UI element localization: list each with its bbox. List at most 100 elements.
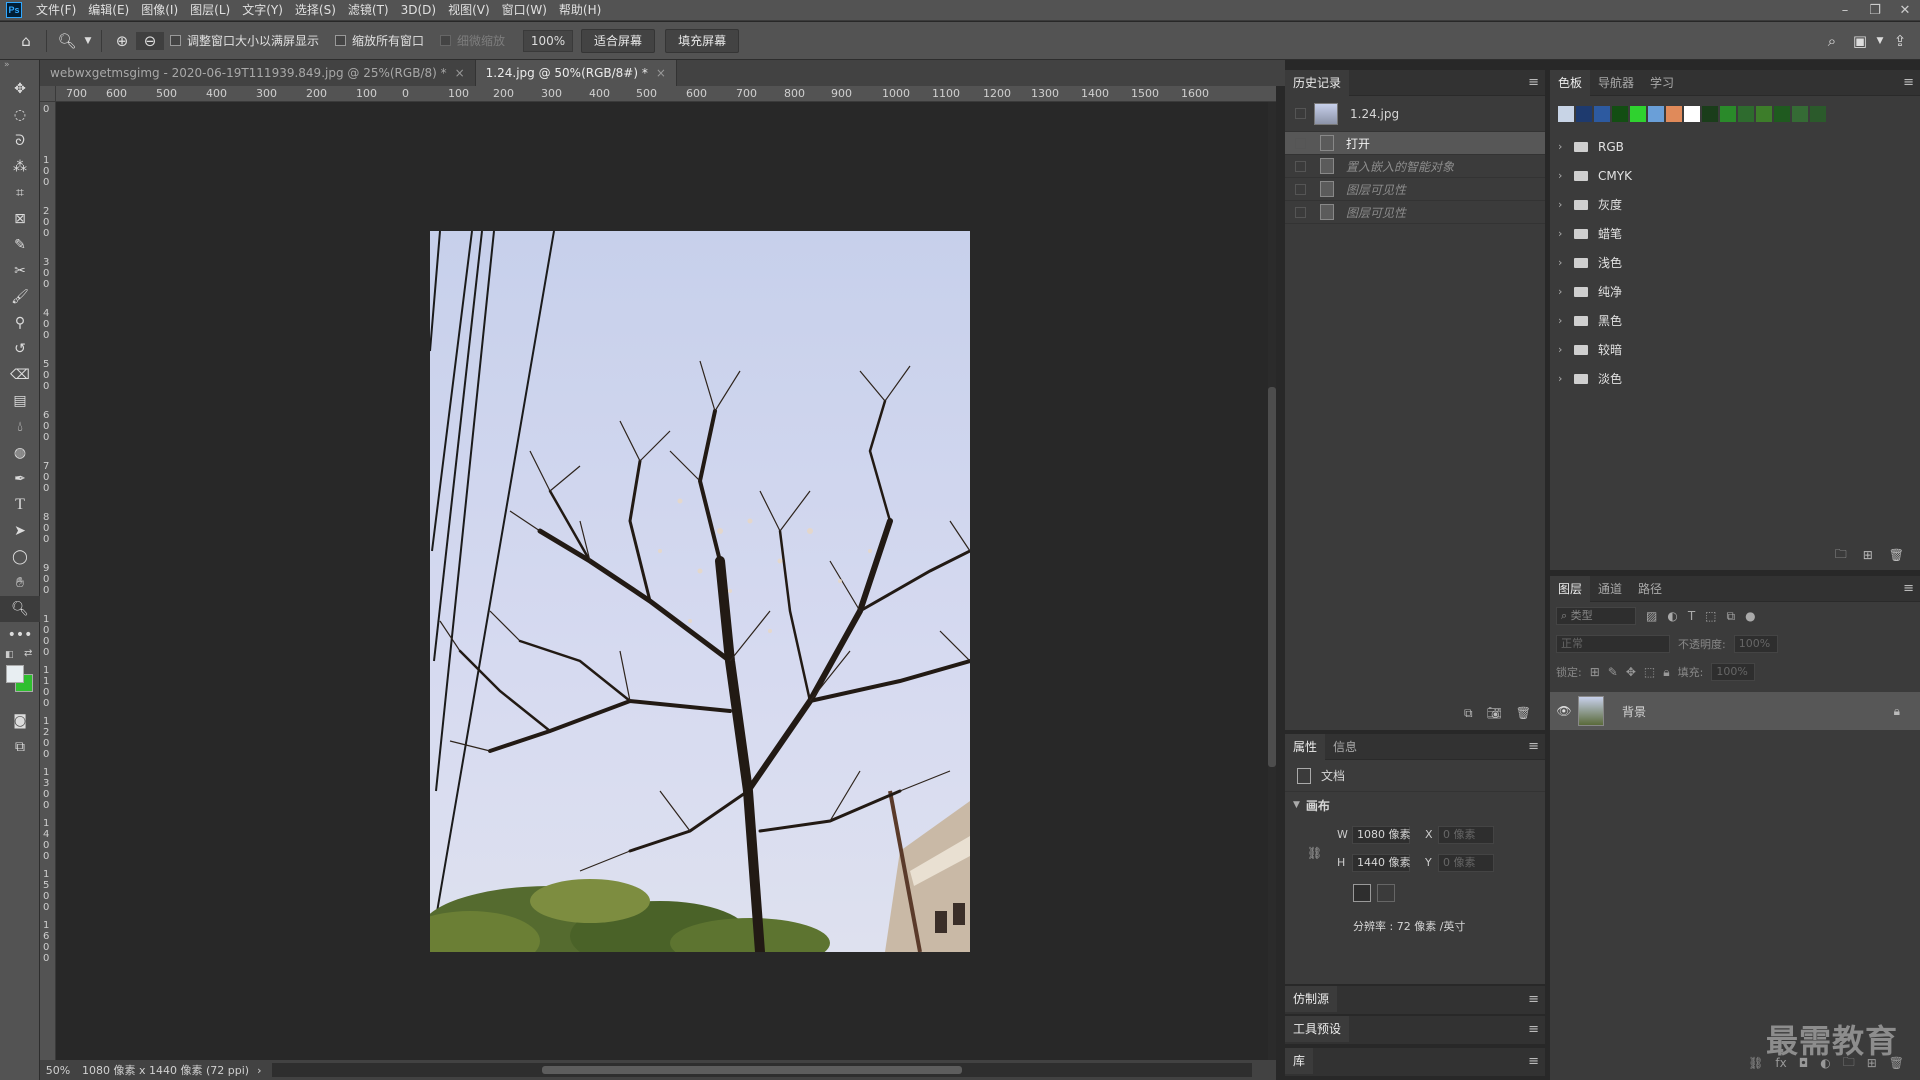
home-icon[interactable]: ⌂: [12, 32, 40, 50]
color-swatch[interactable]: [1702, 106, 1718, 122]
link-layers-icon[interactable]: ⛓: [1748, 1056, 1763, 1070]
lasso-tool-icon[interactable]: ᘐ: [0, 128, 40, 154]
opacity-field[interactable]: 100%: [1733, 635, 1778, 653]
gradient-tool-icon[interactable]: ▤: [0, 388, 40, 414]
close-icon[interactable]: ✕: [1890, 3, 1920, 18]
default-colors-icon[interactable]: ◧: [5, 650, 14, 660]
color-swatch[interactable]: [1648, 106, 1664, 122]
panel-menu-icon[interactable]: ≡: [1528, 1054, 1539, 1069]
menu-item[interactable]: 文件(F): [30, 0, 82, 21]
lock-pixels-icon[interactable]: ✎: [1608, 665, 1618, 679]
fill-screen-button[interactable]: 填充屏幕: [665, 28, 740, 53]
swatch-group[interactable]: › 黑色: [1550, 306, 1920, 335]
swatch-group[interactable]: › 淡色: [1550, 364, 1920, 393]
color-swatch[interactable]: [1576, 106, 1592, 122]
frame-tool-icon[interactable]: ⊠: [0, 206, 40, 232]
search-icon[interactable]: ⌕: [1818, 32, 1846, 50]
color-swatch[interactable]: [1756, 106, 1772, 122]
color-swatch[interactable]: [1612, 106, 1628, 122]
lock-position-icon[interactable]: ✥: [1626, 665, 1636, 679]
clone-stamp-tool-icon[interactable]: ⚲: [0, 310, 40, 336]
swatch-group[interactable]: › 纯净: [1550, 277, 1920, 306]
blur-tool-icon[interactable]: 💧︎: [0, 414, 40, 440]
chevron-right-icon[interactable]: ›: [1558, 227, 1570, 240]
new-document-from-state-icon[interactable]: ⧉: [1464, 706, 1473, 721]
zoom-tool-icon[interactable]: 🔍︎: [0, 596, 40, 622]
quick-mask-icon[interactable]: ◙: [0, 708, 40, 734]
foreground-color-swatch[interactable]: [6, 665, 24, 683]
filter-type-icon[interactable]: T: [1688, 609, 1695, 623]
history-checkbox[interactable]: [1295, 183, 1306, 195]
menu-item[interactable]: 图层(L): [184, 0, 236, 21]
lock-transparent-icon[interactable]: ⊞: [1590, 665, 1600, 679]
status-menu-icon[interactable]: ›: [257, 1064, 261, 1077]
landscape-orientation-button[interactable]: [1377, 884, 1395, 902]
history-checkbox[interactable]: [1295, 160, 1306, 172]
tab-channels[interactable]: 通道: [1590, 576, 1630, 602]
horizontal-scrollbar[interactable]: [271, 1063, 1252, 1077]
chevron-right-icon[interactable]: ›: [1558, 285, 1570, 298]
panel-menu-icon[interactable]: ≡: [1528, 1022, 1539, 1037]
zoom-tool-icon[interactable]: 🔍︎: [53, 32, 81, 50]
panel-menu-icon[interactable]: ≡: [1528, 739, 1539, 754]
more-tools-icon[interactable]: •••: [0, 622, 40, 648]
color-swatch[interactable]: [1630, 106, 1646, 122]
swatch-group[interactable]: › 蜡笔: [1550, 219, 1920, 248]
menu-item[interactable]: 视图(V): [442, 0, 496, 21]
eraser-tool-icon[interactable]: ⌫: [0, 362, 40, 388]
menu-item[interactable]: 文字(Y): [236, 0, 289, 21]
vertical-scrollbar[interactable]: [1268, 102, 1276, 1060]
close-tab-icon[interactable]: ×: [656, 66, 666, 80]
trash-icon[interactable]: 🗑︎: [1516, 706, 1531, 720]
minimize-icon[interactable]: –: [1830, 3, 1860, 18]
menu-item[interactable]: 选择(S): [289, 0, 342, 21]
zoom-level[interactable]: 50%: [40, 1064, 76, 1077]
share-icon[interactable]: ⇪: [1886, 32, 1914, 50]
filter-smart-object-icon[interactable]: ⧉: [1727, 609, 1736, 624]
collapsed-panel[interactable]: 工具预设 ≡: [1285, 1016, 1545, 1044]
tab-info[interactable]: 信息: [1325, 734, 1365, 760]
vertical-ruler[interactable]: 0 1 0 0 2 0 0 3 0 0 4 0 0 5 0 0 6 0 0 7 0 0 8 0 …: [40, 102, 56, 1060]
zoom-value-field[interactable]: 100%: [523, 29, 574, 52]
color-swatch[interactable]: [1774, 106, 1790, 122]
history-item[interactable]: 置入嵌入的智能对象: [1285, 155, 1545, 178]
healing-brush-tool-icon[interactable]: ✂: [0, 258, 40, 284]
color-swatch[interactable]: [1684, 106, 1700, 122]
ruler-origin[interactable]: [40, 86, 56, 102]
color-swatch[interactable]: [1666, 106, 1682, 122]
history-item[interactable]: 图层可见性: [1285, 178, 1545, 201]
screen-mode-icon[interactable]: ⧉: [0, 734, 40, 760]
history-snapshot[interactable]: 1.24.jpg: [1285, 96, 1545, 132]
swatch-group[interactable]: › 灰度: [1550, 190, 1920, 219]
chevron-right-icon[interactable]: ›: [1558, 169, 1570, 182]
workspace-icon[interactable]: ▣: [1846, 32, 1874, 50]
document-image[interactable]: [430, 231, 970, 952]
history-item[interactable]: 图层可见性: [1285, 201, 1545, 224]
collapsed-panel-tab[interactable]: 工具预设: [1285, 1016, 1350, 1042]
collapsed-panel[interactable]: 库 ≡: [1285, 1048, 1545, 1076]
color-swatch[interactable]: [1558, 106, 1574, 122]
layer-filter-select[interactable]: ⌕ 类型: [1556, 607, 1636, 625]
type-tool-icon[interactable]: T: [0, 492, 40, 518]
trash-icon[interactable]: 🗑︎: [1889, 548, 1904, 562]
canvas-area[interactable]: [56, 102, 1276, 1060]
tab-1-24-jpg[interactable]: 1.24.jpg @ 50%(RGB/8#) * ×: [475, 60, 677, 86]
filter-shape-icon[interactable]: ⬚: [1705, 609, 1716, 623]
chevron-right-icon[interactable]: ›: [1558, 314, 1570, 327]
eyedropper-tool-icon[interactable]: ✎: [0, 232, 40, 258]
swatch-group[interactable]: › RGB: [1550, 132, 1920, 161]
swatch-group[interactable]: › CMYK: [1550, 161, 1920, 190]
color-swatch[interactable]: [1738, 106, 1754, 122]
scrubby-zoom-checkbox[interactable]: 细微缩放: [440, 32, 505, 49]
filter-pixel-icon[interactable]: ▨: [1646, 609, 1657, 623]
link-icon[interactable]: ⛓: [1307, 846, 1322, 860]
crop-tool-icon[interactable]: ⌗: [0, 180, 40, 206]
menu-item[interactable]: 编辑(E): [82, 0, 135, 21]
zoom-all-windows-checkbox[interactable]: 缩放所有窗口: [335, 32, 424, 49]
magic-wand-tool-icon[interactable]: ⁂: [0, 154, 40, 180]
chevron-right-icon[interactable]: ›: [1558, 140, 1570, 153]
color-swatch[interactable]: [1810, 106, 1826, 122]
chevron-right-icon[interactable]: ›: [1558, 372, 1570, 385]
layer-name[interactable]: 背景: [1622, 703, 1646, 720]
tab-layers[interactable]: 图层: [1550, 575, 1591, 602]
